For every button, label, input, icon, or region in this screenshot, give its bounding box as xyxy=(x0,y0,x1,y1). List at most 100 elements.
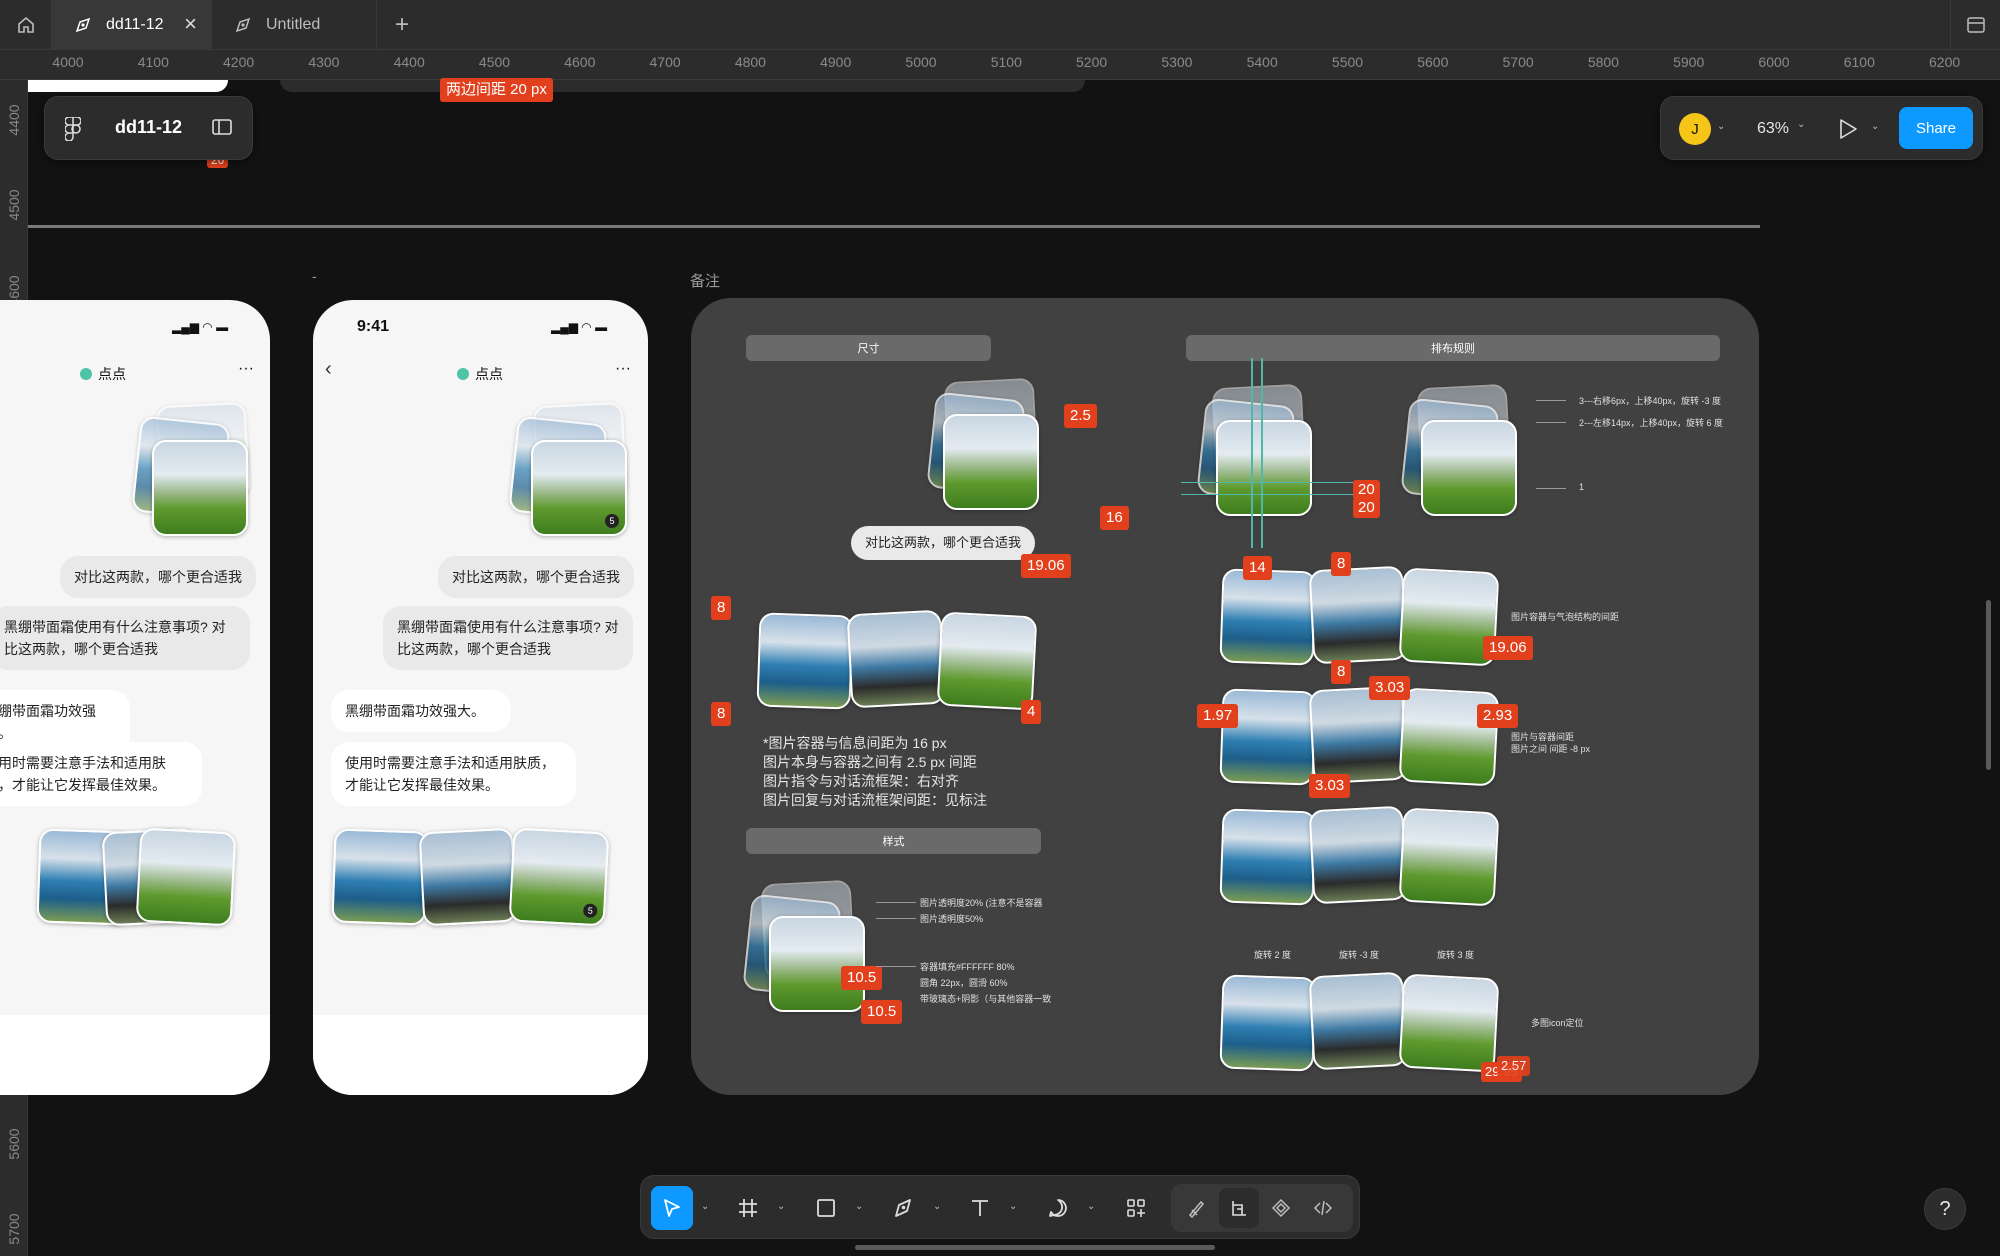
notes-board[interactable]: 尺寸 排布规则 2.5 16 对比这两款，哪个更合适我 19.06 8 8 4 … xyxy=(691,298,1759,1095)
design-mode[interactable] xyxy=(1219,1188,1259,1228)
home-button[interactable] xyxy=(0,0,52,50)
status-time: 9:41 xyxy=(357,318,390,335)
demo-image xyxy=(1308,971,1408,1071)
divider-line xyxy=(28,225,1760,228)
dev-mode[interactable] xyxy=(1303,1188,1343,1228)
back-icon[interactable]: ‹ xyxy=(325,358,332,381)
measure-tag: 2.93 xyxy=(1477,704,1519,728)
shape-tool[interactable] xyxy=(805,1186,847,1230)
stack-image[interactable] xyxy=(152,440,248,536)
tab-dd11-12[interactable]: dd11-12 × xyxy=(52,0,212,50)
demo-image xyxy=(936,611,1038,711)
demo-image xyxy=(1308,685,1408,785)
new-tab-button[interactable]: + xyxy=(377,0,427,50)
chevron-down-icon[interactable]: ⌄ xyxy=(855,1201,863,1212)
diamond-icon xyxy=(1271,1198,1291,1218)
share-button[interactable]: Share xyxy=(1899,107,1973,149)
style-note: 圆角 22px，圆滑 60% xyxy=(920,978,1008,988)
demo-image xyxy=(1219,974,1317,1072)
horizontal-scrollbar[interactable] xyxy=(855,1245,1215,1250)
prototype-mode[interactable] xyxy=(1261,1188,1301,1228)
chevron-down-icon[interactable]: ⌄ xyxy=(777,1201,785,1212)
zoom-level[interactable]: 63% xyxy=(1757,120,1789,138)
ruler-tick-label: 5600 xyxy=(6,1128,22,1160)
phone-frame-middle[interactable]: 9:41 ▂▄▆ ◠ ▬ ‹ 点点 ··· 5 对比这两款，哪个更合适我 黑绷带… xyxy=(313,300,648,1095)
input-area xyxy=(313,1015,648,1095)
demo-image xyxy=(1308,805,1408,905)
pen-tool[interactable] xyxy=(883,1186,925,1230)
chevron-down-icon[interactable]: ⌄ xyxy=(1797,119,1805,130)
chevron-down-icon[interactable]: ⌄ xyxy=(701,1201,709,1212)
present-button[interactable] xyxy=(1837,117,1859,146)
draw-mode[interactable] xyxy=(1177,1188,1217,1228)
actions-tool[interactable] xyxy=(1115,1186,1157,1230)
help-button[interactable]: ? xyxy=(1924,1188,1966,1230)
spacing-annotation: 两边间距 20 px xyxy=(440,78,553,102)
demo-bubble: 对比这两款，哪个更合适我 xyxy=(851,526,1036,560)
measure-tag: 3.03 xyxy=(1309,774,1351,798)
layout-note: 1 xyxy=(1579,482,1585,492)
toggle-sidebar-button[interactable] xyxy=(211,117,233,142)
user-message: 对比这两款，哪个更合适我 xyxy=(60,556,256,598)
chevron-down-icon[interactable]: ⌄ xyxy=(1871,121,1879,132)
draw-icon xyxy=(1188,1200,1205,1218)
demo-image xyxy=(1219,688,1317,786)
result-image[interactable]: 5 xyxy=(508,827,610,927)
result-image[interactable] xyxy=(331,828,429,926)
file-name[interactable]: dd11-12 xyxy=(115,117,182,138)
leader-line xyxy=(876,918,916,919)
measure-tag: 16 xyxy=(1100,506,1129,530)
tab-untitled[interactable]: Untitled xyxy=(212,0,377,50)
section-header-size: 尺寸 xyxy=(746,335,991,361)
user-message: 黑绷带面霜使用有什么注意事项? 对比这两款，哪个更合适我 xyxy=(0,606,250,670)
measure-tag: 14 xyxy=(1243,556,1272,580)
guide-line xyxy=(1181,482,1361,483)
ruler-tick-label: 4000 xyxy=(52,54,84,70)
comment-tool[interactable] xyxy=(1037,1186,1079,1230)
ruler-tick-label: 5200 xyxy=(1076,54,1108,70)
layout-note: 2---左移14px，上移40px，旋转 6 度 xyxy=(1579,418,1724,428)
ruler-tick-label: 5700 xyxy=(1502,54,1534,70)
figma-logo-icon[interactable] xyxy=(64,116,82,146)
bot-message: 使用时需要注意手法和适用肤质，才能让它发挥最佳效果。 xyxy=(331,742,576,806)
frame-tool[interactable] xyxy=(727,1186,769,1230)
frame-label-notes: 备注 xyxy=(690,273,721,290)
horizontal-ruler: 4000 4100 4200 4300 4400 4500 4600 4700 4800 4900… xyxy=(0,50,2000,80)
text-tool[interactable] xyxy=(959,1186,1001,1230)
rotation-note: 旋转 -3 度 xyxy=(1339,950,1380,960)
bot-message: 使用时需要注意手法和适用肤质，才能让它发挥最佳效果。 xyxy=(0,742,202,806)
ruler-tick-label: 5100 xyxy=(990,54,1022,70)
result-image[interactable] xyxy=(418,827,518,927)
chat-header: 点点 xyxy=(80,364,126,384)
chevron-down-icon[interactable]: ⌄ xyxy=(1087,1201,1095,1212)
measure-tag: 10.5 xyxy=(841,966,883,990)
vertical-scrollbar[interactable] xyxy=(1986,600,1991,770)
demo-image xyxy=(756,612,854,710)
phone-frame-left[interactable]: ▂▄▆ ◠ ▬ 点点 ··· 对比这两款，哪个更合适我 黑绷带面霜使用有什么注意… xyxy=(0,300,270,1095)
measure-tag: 10.5 xyxy=(861,1000,903,1024)
bot-message: 黑绷带面霜功效强大。 xyxy=(331,690,511,732)
close-tab-icon[interactable]: × xyxy=(184,13,197,35)
stack-image[interactable]: 5 xyxy=(531,440,627,536)
chevron-down-icon[interactable]: ⌄ xyxy=(1717,121,1725,132)
layout-note: 3---右移6px，上移40px，旋转 -3 度 xyxy=(1579,396,1722,406)
design-icon xyxy=(1232,1201,1246,1216)
ruler-tick-label: 5900 xyxy=(1673,54,1705,70)
result-image[interactable] xyxy=(135,827,237,927)
measure-tag: 4 xyxy=(1021,700,1042,724)
sidebar-toggle-button[interactable] xyxy=(1950,0,2000,50)
chat-header: 点点 xyxy=(457,364,503,384)
chevron-down-icon[interactable]: ⌄ xyxy=(1009,1201,1017,1212)
bot-avatar-dot xyxy=(457,368,469,380)
ruler-tick-label: 5700 xyxy=(6,1213,22,1245)
ruler-tick-label: 4500 xyxy=(6,189,22,221)
chevron-down-icon[interactable]: ⌄ xyxy=(933,1201,941,1212)
ruler-tick-label: 6000 xyxy=(1758,54,1790,70)
more-icon[interactable]: ··· xyxy=(615,360,631,378)
ruler-tick-label: 4800 xyxy=(734,54,766,70)
cursor-icon xyxy=(664,1199,680,1217)
user-avatar[interactable]: J xyxy=(1679,113,1711,145)
leader-line xyxy=(876,966,916,967)
more-icon[interactable]: ··· xyxy=(238,360,254,378)
move-tool[interactable] xyxy=(651,1186,693,1230)
